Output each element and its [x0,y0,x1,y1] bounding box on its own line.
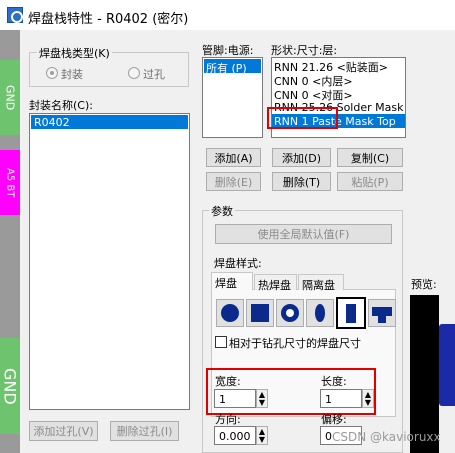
custom-shape-icon [372,307,392,323]
shape-add-button[interactable]: 添加(D) [272,148,331,167]
tab-thermal-pad[interactable]: 热焊盘 [254,274,297,292]
radio-via[interactable] [128,67,140,79]
radio-via-label: 过孔 [143,68,165,81]
pins-list[interactable]: 所有 (P) [202,57,263,138]
rectangle-shape-icon [346,304,356,323]
add-via-button[interactable]: 添加过孔(V) [29,421,98,441]
circle-shape-button[interactable] [216,299,244,327]
use-global-defaults-button[interactable]: 使用全局默认值(F) [215,224,392,244]
background-gnd-label-top: GND [0,60,20,135]
relative-size-checkbox[interactable] [215,336,227,348]
length-spinner[interactable]: ▲ ▼ [362,389,374,408]
pins-label: 管脚:电源: [202,44,254,57]
background-gnd-label-bottom: GND [0,338,20,434]
shape-copy-button[interactable]: 复制(C) [337,148,403,167]
params-label: 参数 [209,203,235,219]
pad-stack-type-label: 焊盘栈类型(K) [37,45,112,61]
tab-pad[interactable]: 焊盘 [211,272,253,290]
radio-package-label: 封装 [61,68,83,81]
width-spinner[interactable]: ▲ ▼ [256,389,268,408]
pin-delete-button[interactable]: 删除(E) [206,172,261,191]
radio-package[interactable] [46,67,58,79]
direction-label: 方向: [215,413,241,426]
shape-layers-label: 形状:尺寸:层: [271,44,338,57]
package-name-label: 封装名称(C): [29,99,93,112]
tab-isolation-label: 隔离盘 [302,279,335,292]
watermark: CSDN @kavioruxx [332,430,441,444]
offset-label: 偏移: [321,413,347,426]
direction-spinner[interactable]: ▲ ▼ [256,426,268,445]
tab-thermal-label: 热焊盘 [258,279,291,292]
tab-isolation-pad[interactable]: 隔离盘 [298,274,344,292]
custom-shape-button[interactable] [368,299,396,327]
oval-shape-button[interactable] [306,299,334,327]
package-name-list[interactable]: R0402 [29,113,190,410]
background-right-strip [439,324,455,406]
tab-pad-label: 焊盘 [215,277,237,290]
annular-shape-button[interactable] [276,299,304,327]
window-title: 焊盘栈特性 - R0402 (密尔) [28,12,189,27]
shape-layer-item[interactable]: CNN 0 <对面> [272,86,405,102]
length-input[interactable]: 1 [320,389,362,408]
length-label: 长度: [321,375,347,388]
shape-layer-item[interactable]: CNN 0 <内层> [272,72,405,88]
highlight-paste-layer [267,107,338,129]
square-shape-icon [251,304,269,322]
app-icon [7,7,23,23]
circle-shape-icon [221,304,239,322]
annular-shape-icon [281,304,299,322]
width-label: 宽度: [215,375,241,388]
rectangle-shape-button[interactable] [336,297,366,329]
square-shape-button[interactable] [246,299,274,327]
width-input[interactable]: 1 [214,389,256,408]
shape-delete-button[interactable]: 删除(T) [272,172,331,191]
shape-layer-item[interactable]: RNN 21.26 <贴装面> [272,58,405,74]
delete-via-button[interactable]: 删除过孔(I) [110,421,179,441]
shape-paste-button[interactable]: 粘贴(P) [337,172,403,191]
pin-add-button[interactable]: 添加(A) [206,148,261,167]
background-selected-text: A5 BT [4,167,16,198]
preview-label: 预览: [411,278,437,291]
pins-list-item[interactable]: 所有 (P) [204,59,261,75]
pad-style-label: 焊盘样式: [214,257,262,270]
direction-input[interactable]: 0.000 [214,426,256,445]
package-list-item[interactable]: R0402 [31,115,188,129]
background-selected-label: A5 BT [0,150,20,215]
oval-shape-icon [315,304,325,322]
relative-size-label: 相对于钻孔尺寸的焊盘尺寸 [229,337,361,350]
